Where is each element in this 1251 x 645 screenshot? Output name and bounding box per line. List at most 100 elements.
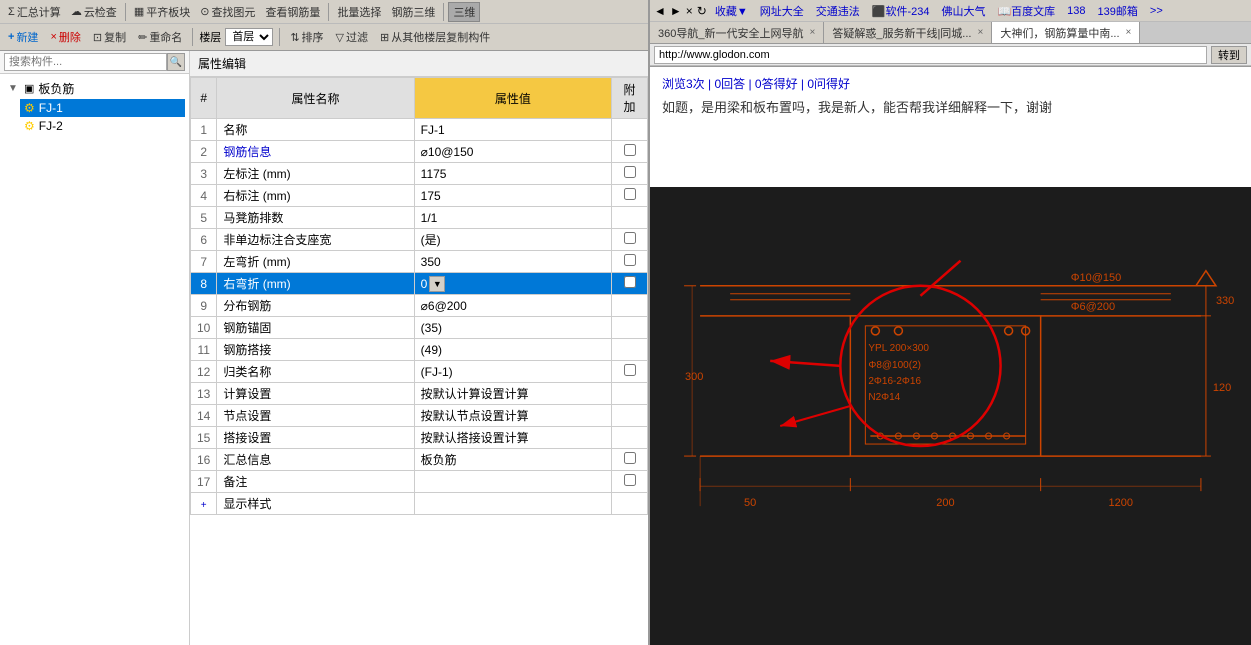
row-value-text: 0 [421,277,428,291]
view-rebar-button[interactable]: 查看钢筋量 [261,3,324,21]
add-checkbox[interactable] [624,452,636,464]
batch-button[interactable]: 批量选择 [333,3,385,21]
floor-select[interactable]: 首层 [225,28,273,46]
flatten-button[interactable]: ▦ 平齐板块 [130,3,194,21]
row-value[interactable]: 按默认搭接设置计算 [414,427,611,449]
browser-tab-dashen[interactable]: 大神们，钢筋算量中南... × [992,22,1140,43]
add-checkbox[interactable] [624,276,636,288]
filter-icon: ▽ [336,31,344,44]
table-row: 9分布钢筋⌀6@200 [191,295,648,317]
tab-close-360[interactable]: × [809,27,815,38]
copy-from-button[interactable]: ⊞ 从其他楼层复制构件 [376,28,494,46]
row-add[interactable] [612,229,648,251]
rebar3d-button[interactable]: 钢筋三维 [387,3,439,21]
tab-close-dashen[interactable]: × [1126,27,1132,38]
row-value[interactable]: 0▼ [414,273,611,295]
browser-toolbar: ◄ ► × ↻ 收藏▼ 网址大全 交通违法 ⬛软件-234 佛山大气 📖百度文库… [650,0,1251,67]
row-num: 11 [191,339,217,361]
browser-netaddr-link[interactable]: 网址大全 [756,3,808,19]
sort-button[interactable]: ⇅ 排序 [286,28,327,46]
browser-software-link[interactable]: ⬛软件-234 [868,3,934,19]
row-add[interactable] [612,449,648,471]
rename-icon: ✏ [138,31,147,44]
rename-button[interactable]: ✏ 重命名 [134,28,186,46]
row-value[interactable]: 1175 [414,163,611,185]
row-num: 12 [191,361,217,383]
toolbar-row2: + 新建 × 删除 ⊡ 复制 ✏ 重命名 [0,24,648,50]
add-checkbox[interactable] [624,144,636,156]
row-add[interactable] [612,251,648,273]
browser-weather-link[interactable]: 佛山大气 [937,3,989,19]
row-num: 15 [191,427,217,449]
row-add[interactable] [612,185,648,207]
browser-fav-link[interactable]: 收藏▼ [711,3,752,19]
browser-go-btn[interactable]: 转到 [1211,46,1247,64]
cloud-button[interactable]: ☁ 云检查 [67,3,121,21]
row-add[interactable] [612,163,648,185]
row-value[interactable] [414,471,611,493]
browser-138-link[interactable]: 138 [1063,5,1089,17]
browser-baidu-link[interactable]: 📖百度文库 [993,3,1059,19]
search-input[interactable] [4,53,167,71]
sep1 [125,3,126,21]
find-shape-button[interactable]: ⊙ 查找图元 [196,3,259,21]
row-value[interactable]: 175 [414,185,611,207]
browser-back-btn[interactable]: ◄ [654,4,666,18]
tree-content: ▼ ▣ 板负筋 ⚙ FJ-1 ⚙ FJ-2 [0,74,189,645]
row-add[interactable] [612,141,648,163]
add-checkbox[interactable] [624,188,636,200]
row-propname: 备注 [217,471,414,493]
browser-tab-answer[interactable]: 答疑解惑_服务新干线|同城... × [824,22,992,43]
row-value[interactable]: 按默认节点设置计算 [414,405,611,427]
row-value[interactable]: 板负筋 [414,449,611,471]
row-add[interactable] [612,361,648,383]
browser-refresh-btn[interactable]: ↻ [697,4,707,18]
row-add[interactable] [612,273,648,295]
delete-button[interactable]: × 删除 [46,28,84,46]
row-value[interactable]: FJ-1 [414,119,611,141]
new-button[interactable]: + 新建 [4,28,42,46]
add-checkbox[interactable] [624,364,636,376]
browser-more-link[interactable]: >> [1146,5,1167,17]
row-value[interactable]: (是) [414,229,611,251]
add-checkbox[interactable] [624,254,636,266]
row-value[interactable]: 350 [414,251,611,273]
svg-text:1200: 1200 [1109,497,1133,509]
properties-table: # 属性名称 属性值 附加 1名称FJ-12钢筋信息⌀10@1503左标注 (m… [190,77,648,515]
tab-close-answer[interactable]: × [977,27,983,38]
dropdown-btn[interactable]: ▼ [429,276,445,292]
tree-item-fj1[interactable]: ⚙ FJ-1 [20,99,185,117]
copy-button[interactable]: ⊡ 复制 [89,28,130,46]
tree-item-board-rebar[interactable]: ▼ ▣ 板负筋 [4,78,185,99]
browser-forward-btn[interactable]: ► [670,4,682,18]
add-checkbox[interactable] [624,166,636,178]
row-value[interactable]: (49) [414,339,611,361]
row-propname: 汇总信息 [217,449,414,471]
add-checkbox[interactable] [624,232,636,244]
tree-item-fj2[interactable]: ⚙ FJ-2 [20,117,185,135]
search-button[interactable]: 🔍 [167,53,185,71]
row-value[interactable]: ⌀10@150 [414,141,611,163]
row-propname[interactable]: 钢筋信息 [217,141,414,163]
row-add[interactable] [612,471,648,493]
browser-traffic-link[interactable]: 交通违法 [812,3,864,19]
sum-button[interactable]: Σ 汇总计算 [4,3,65,21]
row-propname: 钢筋锚固 [217,317,414,339]
row-propname: 钢筋搭接 [217,339,414,361]
3d-button[interactable]: 三维 [448,2,480,22]
add-checkbox[interactable] [624,474,636,486]
row-value[interactable]: 按默认计算设置计算 [414,383,611,405]
browser-139-link[interactable]: 139邮箱 [1094,3,1142,19]
browser-tab-360[interactable]: 360导航_新一代安全上网导航 × [650,22,824,43]
url-input[interactable] [654,46,1207,64]
row-value[interactable]: 1/1 [414,207,611,229]
row-num: 7 [191,251,217,273]
row-value[interactable]: (35) [414,317,611,339]
sum-icon: Σ [8,6,15,18]
browser-stop-btn[interactable]: × [686,4,693,18]
row-value[interactable]: (FJ-1) [414,361,611,383]
row-value[interactable]: ⌀6@200 [414,295,611,317]
row-expand-icon[interactable]: + [201,500,207,511]
row-value[interactable] [414,493,611,515]
filter-button[interactable]: ▽ 过滤 [332,28,372,46]
